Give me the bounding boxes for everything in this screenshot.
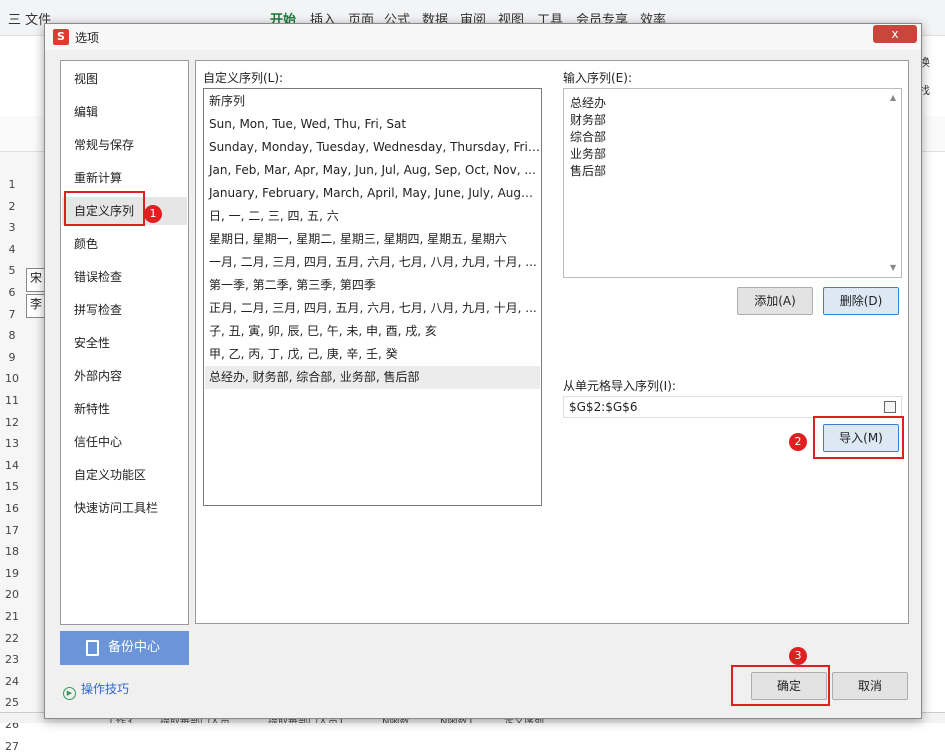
row-number[interactable]: 24	[0, 675, 24, 688]
options-nav: 视图 编辑 常规与保存 重新计算 自定义序列 颜色 错误检查 拼写检查 安全性 外部内容 新特性 信任…	[60, 60, 189, 625]
row-number[interactable]: 13	[0, 437, 24, 450]
custom-list-item[interactable]: January, February, March, April, May, Ju…	[205, 182, 540, 205]
row-number[interactable]: 22	[0, 632, 24, 645]
custom-list-item[interactable]: Jan, Feb, Mar, Apr, May, Jun, Jul, Aug, …	[205, 159, 540, 182]
row-number[interactable]: 4	[0, 243, 24, 256]
options-dialog: S 选项 x 视图 编辑 常规与保存 重新计算 自定义序列 颜色 错误检查 拼写检查 安全性 外部…	[44, 23, 922, 719]
custom-list-box[interactable]: 新序列 Sun, Mon, Tue, Wed, Thu, Fri, Sat Sund…	[203, 88, 542, 506]
tips-link[interactable]: ▶ 操作技巧	[63, 680, 129, 700]
nav-item[interactable]: 安全性	[62, 329, 187, 357]
app-logo-icon: S	[53, 29, 69, 45]
highlight-import-button	[813, 416, 904, 459]
backup-icon	[86, 640, 99, 656]
add-button[interactable]: 添加(A)	[737, 287, 813, 315]
custom-list-panel: 自定义序列(L): 新序列 Sun, Mon, Tue, Wed, Thu, Fr…	[195, 60, 909, 624]
backup-center-label: 备份中心	[108, 640, 161, 655]
custom-list-label: 自定义序列(L):	[203, 71, 284, 85]
step-badge-3: 3	[789, 647, 807, 665]
custom-list-item[interactable]: 正月, 二月, 三月, 四月, 五月, 六月, 七月, 八月, 九月, 十月, …	[205, 297, 540, 320]
nav-item[interactable]: 拼写检查	[62, 296, 187, 324]
custom-list-item[interactable]: Sunday, Monday, Tuesday, Wednesday, Thur…	[205, 136, 540, 159]
custom-list-item[interactable]: 星期日, 星期一, 星期二, 星期三, 星期四, 星期五, 星期六	[205, 228, 540, 251]
row-number[interactable]: 23	[0, 653, 24, 666]
input-list-line: 售后部	[570, 164, 607, 178]
close-button[interactable]: x	[873, 25, 917, 43]
row-number[interactable]: 25	[0, 696, 24, 709]
input-list-line: 业务部	[570, 147, 607, 161]
import-range-value: $G$2:$G$6	[569, 400, 638, 414]
cell-a5[interactable]: 宋	[26, 268, 46, 292]
input-list-textarea[interactable]: ▲ ▼ 总经办财务部综合部业务部售后部	[563, 88, 902, 278]
highlight-custom-list-nav	[64, 191, 145, 226]
import-range-label: 从单元格导入序列(I):	[563, 379, 676, 393]
row-number[interactable]: 6	[0, 286, 24, 299]
row-number[interactable]: 3	[0, 221, 24, 234]
dialog-title: 选项	[75, 31, 100, 45]
row-number[interactable]: 16	[0, 502, 24, 515]
nav-item[interactable]: 常规与保存	[62, 131, 187, 159]
row-number[interactable]: 18	[0, 545, 24, 558]
nav-item[interactable]: 错误检查	[62, 263, 187, 291]
nav-item[interactable]: 外部内容	[62, 362, 187, 390]
range-select-icon[interactable]	[884, 401, 896, 413]
cell-a6[interactable]: 李	[26, 294, 46, 318]
custom-list-item[interactable]: 子, 丑, 寅, 卯, 辰, 巳, 午, 未, 申, 酉, 戌, 亥	[205, 320, 540, 343]
custom-list-item[interactable]: Sun, Mon, Tue, Wed, Thu, Fri, Sat	[205, 113, 540, 136]
row-number[interactable]: 14	[0, 459, 24, 472]
import-range-input[interactable]: $G$2:$G$6	[563, 396, 902, 418]
input-list-line: 财务部	[570, 113, 607, 127]
scroll-up-icon[interactable]: ▲	[890, 93, 896, 102]
row-number[interactable]: 9	[0, 351, 24, 364]
row-number[interactable]: 21	[0, 610, 24, 623]
tips-label: 操作技巧	[81, 682, 130, 696]
input-list-line: 综合部	[570, 130, 607, 144]
custom-list-item[interactable]: 一月, 二月, 三月, 四月, 五月, 六月, 七月, 八月, 九月, 十月, …	[205, 251, 540, 274]
row-number[interactable]: 11	[0, 394, 24, 407]
row-number[interactable]: 7	[0, 308, 24, 321]
input-list-line: 总经办	[570, 96, 607, 110]
custom-list-item[interactable]: 总经办, 财务部, 综合部, 业务部, 售后部	[205, 366, 540, 389]
row-number[interactable]: 1	[0, 178, 24, 191]
input-list-scrollbar[interactable]: ▲ ▼	[887, 89, 901, 277]
row-number[interactable]: 8	[0, 329, 24, 342]
row-number[interactable]: 10	[0, 372, 24, 385]
custom-list-item[interactable]: 甲, 乙, 丙, 丁, 戊, 己, 庚, 辛, 壬, 癸	[205, 343, 540, 366]
delete-button[interactable]: 删除(D)	[823, 287, 899, 315]
nav-item[interactable]: 信任中心	[62, 428, 187, 456]
cancel-button[interactable]: 取消	[832, 672, 908, 700]
nav-item[interactable]: 编辑	[62, 98, 187, 126]
input-list-label: 输入序列(E):	[563, 71, 632, 85]
row-number[interactable]: 5	[0, 264, 24, 277]
custom-list-item[interactable]: 新序列	[205, 90, 540, 113]
dialog-titlebar[interactable]: S 选项 x	[45, 24, 921, 50]
highlight-ok-button	[731, 665, 830, 706]
row-number[interactable]: 27	[0, 740, 24, 753]
nav-item[interactable]: 自定义功能区	[62, 461, 187, 489]
play-icon: ▶	[63, 687, 76, 700]
nav-item[interactable]: 颜色	[62, 230, 187, 258]
nav-item[interactable]: 重新计算	[62, 164, 187, 192]
scroll-down-icon[interactable]: ▼	[890, 263, 896, 272]
nav-item[interactable]: 视图	[62, 65, 187, 93]
step-badge-1: 1	[144, 205, 162, 223]
backup-center-button[interactable]: 备份中心	[60, 631, 189, 665]
row-number[interactable]: 17	[0, 524, 24, 537]
step-badge-2: 2	[789, 433, 807, 451]
nav-item[interactable]: 新特性	[62, 395, 187, 423]
row-number[interactable]: 19	[0, 567, 24, 580]
row-number[interactable]: 12	[0, 416, 24, 429]
nav-item[interactable]: 快速访问工具栏	[62, 494, 187, 522]
row-headers: 1 2 3 4 5 6 7 8 9 10 11 12 13 14 15 16 17 18 19 20 21 22 23 24 2…	[0, 152, 46, 753]
row-number[interactable]: 20	[0, 588, 24, 601]
custom-list-item[interactable]: 日, 一, 二, 三, 四, 五, 六	[205, 205, 540, 228]
row-number[interactable]: 2	[0, 200, 24, 213]
custom-list-item[interactable]: 第一季, 第二季, 第三季, 第四季	[205, 274, 540, 297]
row-number[interactable]: 15	[0, 480, 24, 493]
